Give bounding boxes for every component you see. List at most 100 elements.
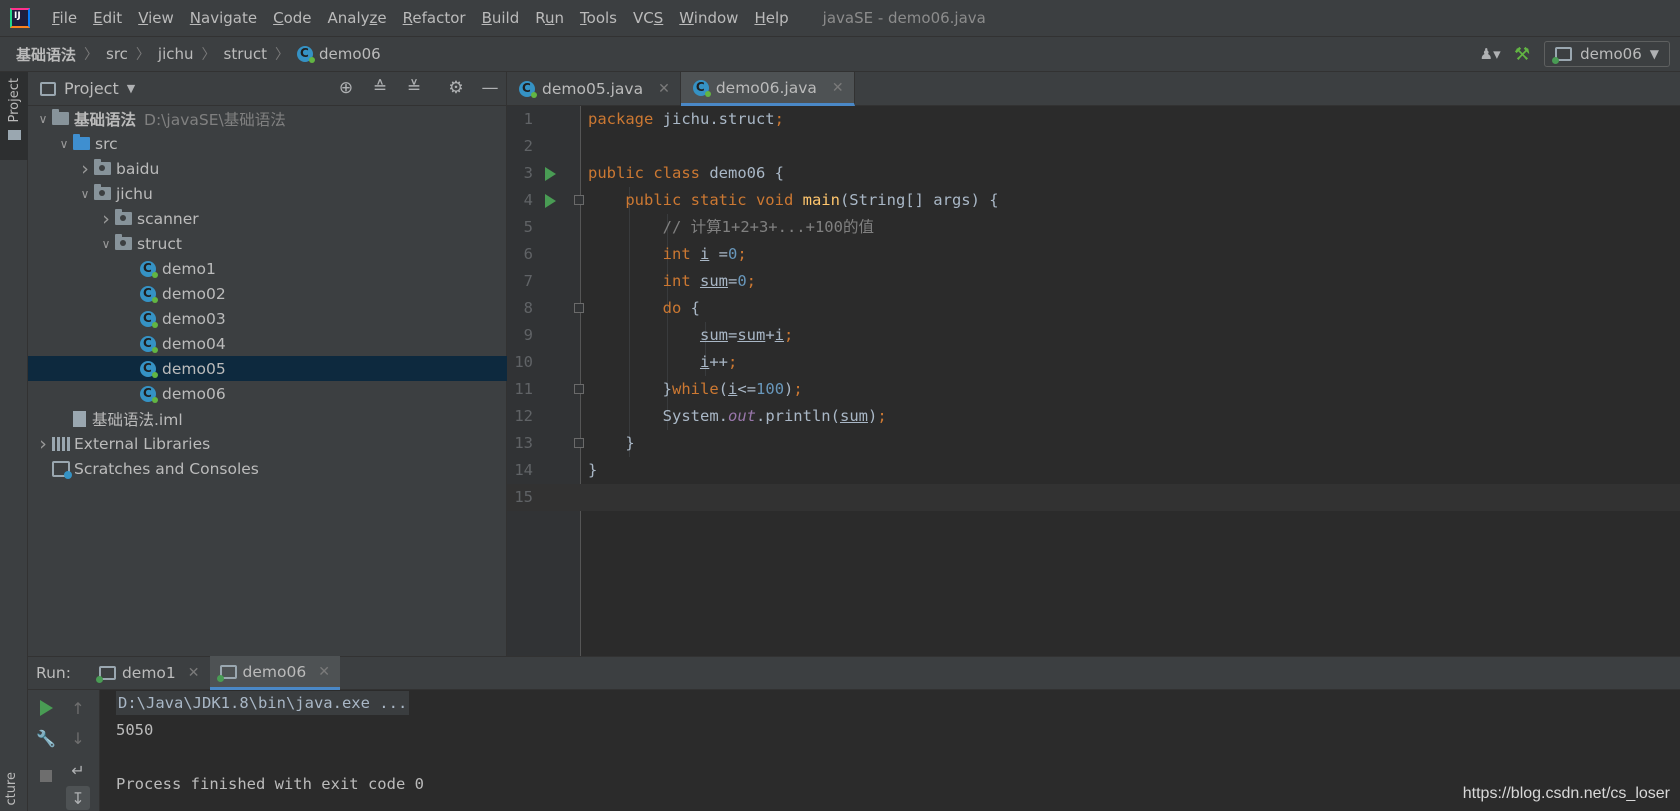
breadcrumb-item[interactable]: src — [102, 45, 132, 63]
hide-panel-icon[interactable]: — — [480, 78, 500, 98]
chevron-down-icon[interactable]: ∨ — [55, 137, 73, 151]
code-text: public class demo06 { — [588, 160, 784, 187]
chevron-right-icon[interactable]: › — [34, 433, 52, 455]
tree-node[interactable]: ∨ jichu — [28, 181, 507, 206]
tree-node[interactable]: ∨ struct — [28, 231, 507, 256]
code-line[interactable]: 2 — [507, 133, 1680, 160]
tree-node[interactable]: demo06 — [28, 381, 507, 406]
tree-node[interactable]: › External Libraries — [28, 431, 507, 456]
menu-item[interactable]: Run — [527, 9, 572, 27]
editor-tab[interactable]: demo05.java ✕ — [507, 72, 681, 106]
scroll-down-icon[interactable]: ↓ — [66, 726, 90, 750]
code-line[interactable]: 15 — [507, 484, 1680, 511]
chevron-right-icon[interactable]: › — [76, 158, 94, 180]
console-output[interactable]: D:\Java\JDK1.8\bin\java.exe ... 5050 Pro… — [116, 690, 424, 798]
run-gutter-icon[interactable] — [545, 194, 556, 208]
scroll-to-end-icon[interactable]: ↧ — [66, 786, 90, 810]
menu-item[interactable]: VCS — [625, 9, 671, 27]
chevron-right-icon[interactable]: › — [97, 208, 115, 230]
code-line[interactable]: 11 }while(i<=100); — [507, 376, 1680, 403]
structure-tool-label[interactable]: cture — [4, 772, 19, 806]
fold-icon[interactable] — [574, 438, 584, 448]
gear-icon[interactable]: ⚙ — [446, 78, 466, 98]
fold-icon[interactable] — [574, 303, 584, 313]
menu-item[interactable]: Build — [474, 9, 528, 27]
chevron-down-icon[interactable]: ∨ — [34, 112, 52, 126]
project-tool-tab[interactable]: Project — [0, 72, 28, 160]
run-tab[interactable]: demo06 ✕ — [209, 656, 340, 690]
wrench-icon[interactable]: 🔧 — [34, 726, 58, 750]
scroll-up-icon[interactable]: ↑ — [66, 696, 90, 720]
tree-node[interactable]: 基础语法.iml — [28, 406, 507, 431]
menu-item-label-post: avigate — [201, 9, 258, 27]
tree-node[interactable]: ∨ 基础语法 D:\javaSE\基础语法 — [28, 106, 507, 131]
project-panel-title[interactable]: Project — [64, 79, 119, 98]
breadcrumb-label: jichu — [157, 45, 194, 63]
menu-item[interactable]: Analyze — [320, 9, 395, 27]
code-line[interactable]: 13 } — [507, 430, 1680, 457]
tree-node[interactable]: ∨ src — [28, 131, 507, 156]
code-text: } — [588, 430, 634, 457]
menu-item[interactable]: Code — [265, 9, 319, 27]
code-line[interactable]: 12 System.out.println(sum); — [507, 403, 1680, 430]
tree-node[interactable]: Scratches and Consoles — [28, 456, 507, 481]
chevron-down-icon[interactable]: ∨ — [97, 237, 115, 251]
run-gutter-icon[interactable] — [545, 167, 556, 181]
menu-item[interactable]: Refactor — [395, 9, 474, 27]
expand-all-icon[interactable]: ≙ — [370, 78, 390, 98]
close-icon[interactable]: ✕ — [832, 80, 844, 96]
code-editor[interactable]: 1 package jichu.struct; 2 3 public class dem… — [507, 106, 1680, 656]
fold-icon[interactable] — [574, 384, 584, 394]
menu-item[interactable]: Help — [746, 9, 796, 27]
code-line[interactable]: 1 package jichu.struct; — [507, 106, 1680, 133]
menu-item[interactable]: Window — [671, 9, 746, 27]
run-tab[interactable]: demo1 ✕ — [89, 656, 210, 690]
breadcrumb-item[interactable]: 基础语法 — [12, 44, 80, 65]
tree-node[interactable]: demo02 — [28, 281, 507, 306]
tree-node-label: src — [95, 134, 118, 153]
breadcrumb-item[interactable]: demo06 — [293, 45, 385, 63]
tree-node[interactable]: demo05 — [28, 356, 507, 381]
tree-node[interactable]: › scanner — [28, 206, 507, 231]
user-icon[interactable]: ♟▾ — [1480, 44, 1501, 64]
locate-target-icon[interactable]: ⊕ — [336, 78, 356, 98]
code-line[interactable]: 4 public static void main(String[] args)… — [507, 187, 1680, 214]
close-icon[interactable]: ✕ — [318, 664, 330, 680]
soft-wrap-icon[interactable]: ↵ — [66, 758, 90, 782]
chevron-down-icon[interactable]: ∨ — [76, 187, 94, 201]
code-line[interactable]: 14} — [507, 457, 1680, 484]
menu-bar: FileEditViewNavigateCodeAnalyzeRefactorB… — [0, 0, 1680, 36]
menu-item[interactable]: View — [130, 9, 182, 27]
run-configuration-select[interactable]: demo06 ▼ — [1544, 41, 1670, 67]
collapse-all-icon[interactable]: ≚ — [404, 78, 424, 98]
code-line[interactable]: 5 // 计算1+2+3+...+100的值 — [507, 214, 1680, 241]
code-line[interactable]: 10 i++; — [507, 349, 1680, 376]
code-line[interactable]: 7 int sum=0; — [507, 268, 1680, 295]
menu-item[interactable]: Navigate — [182, 9, 265, 27]
menu-item-mnemonic: R — [402, 9, 413, 27]
code-line[interactable]: 8 do { — [507, 295, 1680, 322]
code-line[interactable]: 3 public class demo06 { — [507, 160, 1680, 187]
breadcrumb-item[interactable]: jichu — [154, 45, 198, 63]
build-hammer-icon[interactable]: ⚒ — [1512, 44, 1532, 65]
editor-tab[interactable]: demo06.java ✕ — [680, 72, 855, 106]
code-line[interactable]: 6 int i =0; — [507, 241, 1680, 268]
line-number: 1 — [523, 110, 533, 128]
chevron-down-icon[interactable]: ▼ — [127, 82, 135, 95]
tree-node[interactable]: demo04 — [28, 331, 507, 356]
tree-node[interactable]: demo03 — [28, 306, 507, 331]
code-line[interactable]: 9 sum=sum+i; — [507, 322, 1680, 349]
close-icon[interactable]: ✕ — [658, 81, 670, 97]
rerun-icon[interactable] — [34, 696, 58, 720]
stop-icon[interactable] — [34, 764, 58, 788]
fold-icon[interactable] — [574, 195, 584, 205]
tree-node[interactable]: demo1 — [28, 256, 507, 281]
tree-node[interactable]: › baidu — [28, 156, 507, 181]
console-command-line[interactable]: D:\Java\JDK1.8\bin\java.exe ... — [116, 691, 410, 715]
close-icon[interactable]: ✕ — [188, 665, 200, 681]
breadcrumb-item[interactable]: struct — [220, 45, 272, 63]
menu-item[interactable]: File — [44, 9, 85, 27]
menu-item[interactable]: Tools — [572, 9, 625, 27]
menu-item[interactable]: Edit — [85, 9, 130, 27]
